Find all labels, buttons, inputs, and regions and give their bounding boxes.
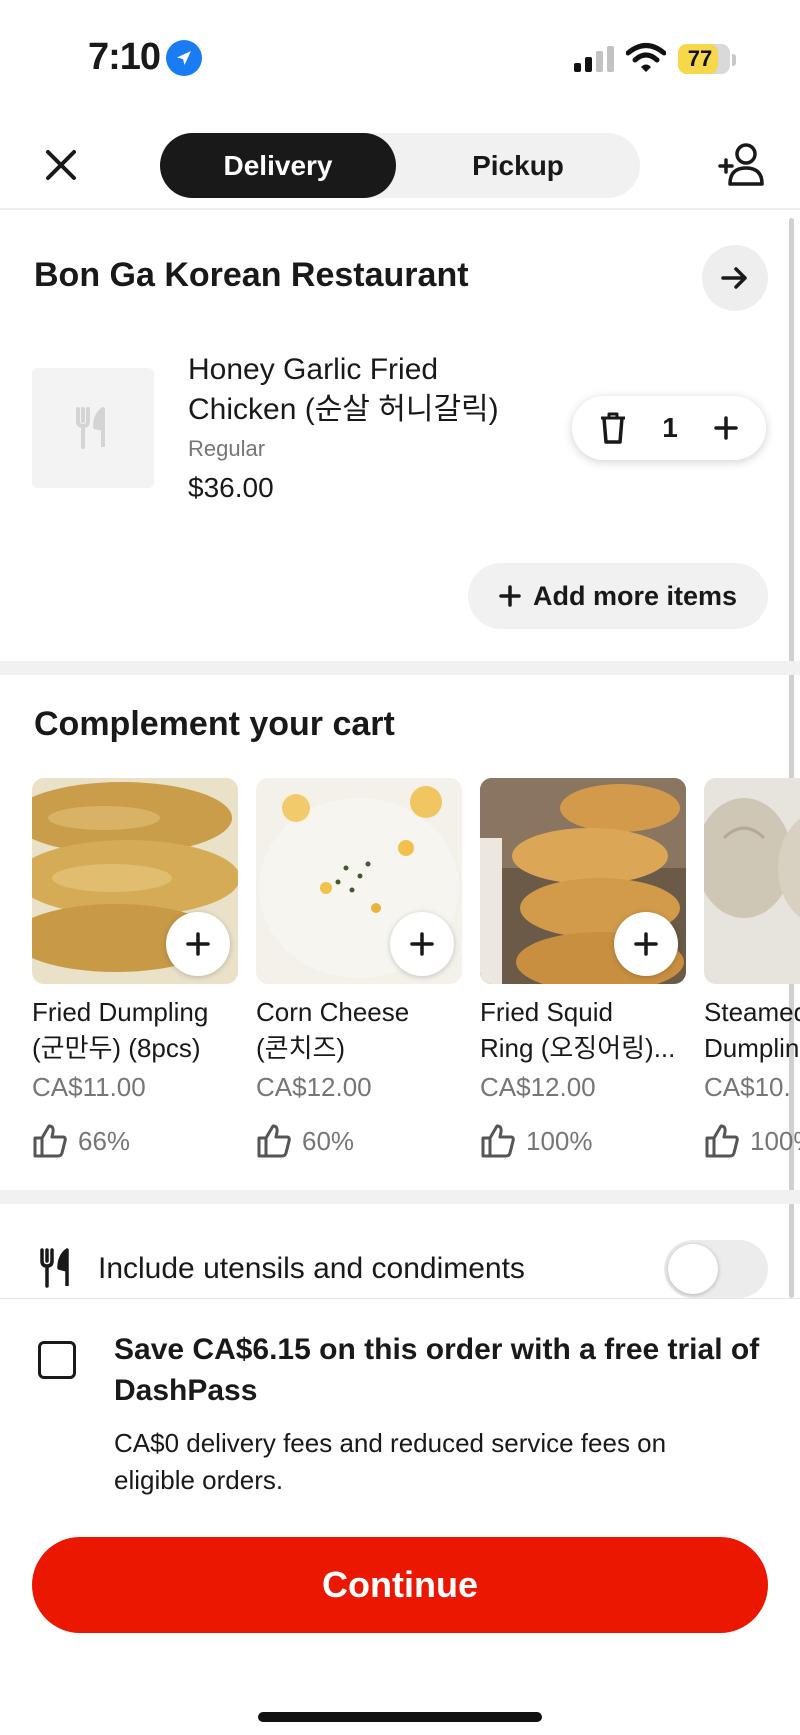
- add-more-items-label: Add more items: [532, 580, 738, 611]
- complement-item-name-line2: Dumpling: [704, 1033, 800, 1063]
- restaurant-name[interactable]: Bon Ga Korean Restaurant: [34, 256, 469, 295]
- thumbs-up-icon: [705, 1124, 739, 1158]
- section-divider: [0, 1190, 800, 1204]
- complement-item-name: Fried Dumpling: [32, 997, 209, 1027]
- complement-item-name-line2: (콘치즈): [256, 1033, 346, 1063]
- add-complement-button[interactable]: [614, 912, 678, 976]
- complement-item-name-line2: Ring (오징어링)...: [480, 1033, 676, 1063]
- battery-level: 77: [687, 46, 713, 71]
- complement-item-price: CA$11.00: [32, 1072, 146, 1102]
- complement-item-name: Steamed: [704, 997, 800, 1027]
- close-button[interactable]: [36, 140, 86, 190]
- checkout-sheet: Save CA$6.15 on this order with a free t…: [0, 1298, 800, 1735]
- remove-item-button[interactable]: [596, 410, 630, 446]
- complement-item-rating: 66%: [32, 1122, 130, 1160]
- status-bar: 7:10 77: [0, 0, 800, 118]
- complement-item-price: CA$10.: [704, 1072, 791, 1102]
- complement-carousel[interactable]: Fried Dumpling (군만두) (8pcs) CA$11.00 66%: [0, 778, 800, 1178]
- utensils-icon: [40, 1248, 69, 1288]
- add-complement-button[interactable]: [166, 912, 230, 976]
- complement-item-rating: 100%: [480, 1122, 593, 1160]
- complement-item-name: Corn Cheese: [256, 997, 410, 1027]
- item-thumbnail: [32, 368, 154, 488]
- thumbs-up-icon: [481, 1124, 515, 1158]
- add-person-icon: [718, 143, 764, 186]
- trash-icon: [601, 412, 625, 444]
- arrow-right-icon: [721, 267, 747, 289]
- header: Delivery Pickup: [0, 118, 800, 210]
- complement-item-rating-value: 60%: [302, 1125, 355, 1156]
- add-complement-button[interactable]: [390, 912, 454, 976]
- complement-item-rating: 100%: [704, 1122, 800, 1160]
- complement-item-rating-value: 66%: [78, 1125, 131, 1156]
- delivery-pickup-toggle: Delivery Pickup: [160, 133, 640, 198]
- complement-item-name: Fried Squid: [480, 997, 613, 1027]
- plus-icon: [499, 585, 521, 607]
- toggle-knob: [668, 1244, 718, 1294]
- battery-cap: [732, 54, 736, 66]
- battery-icon: 77: [678, 44, 730, 74]
- signal-icon: [574, 46, 616, 72]
- group-order-button[interactable]: [714, 138, 770, 190]
- status-time: 7:10: [88, 36, 161, 78]
- cart-item-price: $36.00: [188, 472, 274, 503]
- quantity-value: 1: [662, 412, 678, 443]
- quantity-stepper: 1: [572, 396, 766, 460]
- tab-pickup[interactable]: Pickup: [396, 133, 640, 198]
- cart-item-option: Regular: [188, 436, 266, 461]
- plus-icon: [634, 932, 658, 956]
- complement-item-price: CA$12.00: [480, 1072, 596, 1102]
- close-icon: [46, 150, 76, 180]
- dashpass-description: CA$0 delivery fees and reduced service f…: [114, 1428, 667, 1495]
- plus-icon: [714, 416, 738, 440]
- home-indicator: [258, 1712, 542, 1722]
- continue-button[interactable]: Continue: [32, 1537, 768, 1633]
- section-divider: [0, 661, 800, 675]
- cart-item-name[interactable]: Honey Garlic Fried Chicken (순살 허니갈릭): [188, 350, 528, 430]
- plus-icon: [186, 932, 210, 956]
- location-arrow-icon: [166, 40, 202, 76]
- dashpass-checkbox[interactable]: [38, 1341, 76, 1379]
- thumbs-up-icon: [257, 1124, 291, 1158]
- complement-item-rating-value: 100%: [750, 1125, 800, 1156]
- utensils-row: Include utensils and condiments: [0, 1240, 800, 1300]
- dashpass-title: Save CA$6.15 on this order with a free t…: [114, 1333, 760, 1407]
- utensils-label: Include utensils and condiments: [98, 1252, 525, 1285]
- complement-item-image: [704, 778, 800, 984]
- add-more-items-button[interactable]: Add more items: [468, 563, 768, 629]
- complement-item-name-line2: (군만두) (8pcs): [32, 1033, 201, 1063]
- fork-knife-icon: [76, 407, 105, 449]
- tab-delivery[interactable]: Delivery: [160, 133, 396, 198]
- complement-item-rating: 60%: [256, 1122, 354, 1160]
- complement-item-price: CA$12.00: [256, 1072, 372, 1102]
- thumbs-up-icon: [33, 1124, 67, 1158]
- restaurant-arrow-button[interactable]: [702, 245, 768, 311]
- increase-quantity-button[interactable]: [708, 410, 744, 446]
- wifi-icon: [625, 42, 667, 74]
- complement-item-rating-value: 100%: [526, 1125, 593, 1156]
- utensils-toggle[interactable]: [664, 1240, 768, 1298]
- plus-icon: [410, 932, 434, 956]
- complement-title: Complement your cart: [34, 705, 395, 743]
